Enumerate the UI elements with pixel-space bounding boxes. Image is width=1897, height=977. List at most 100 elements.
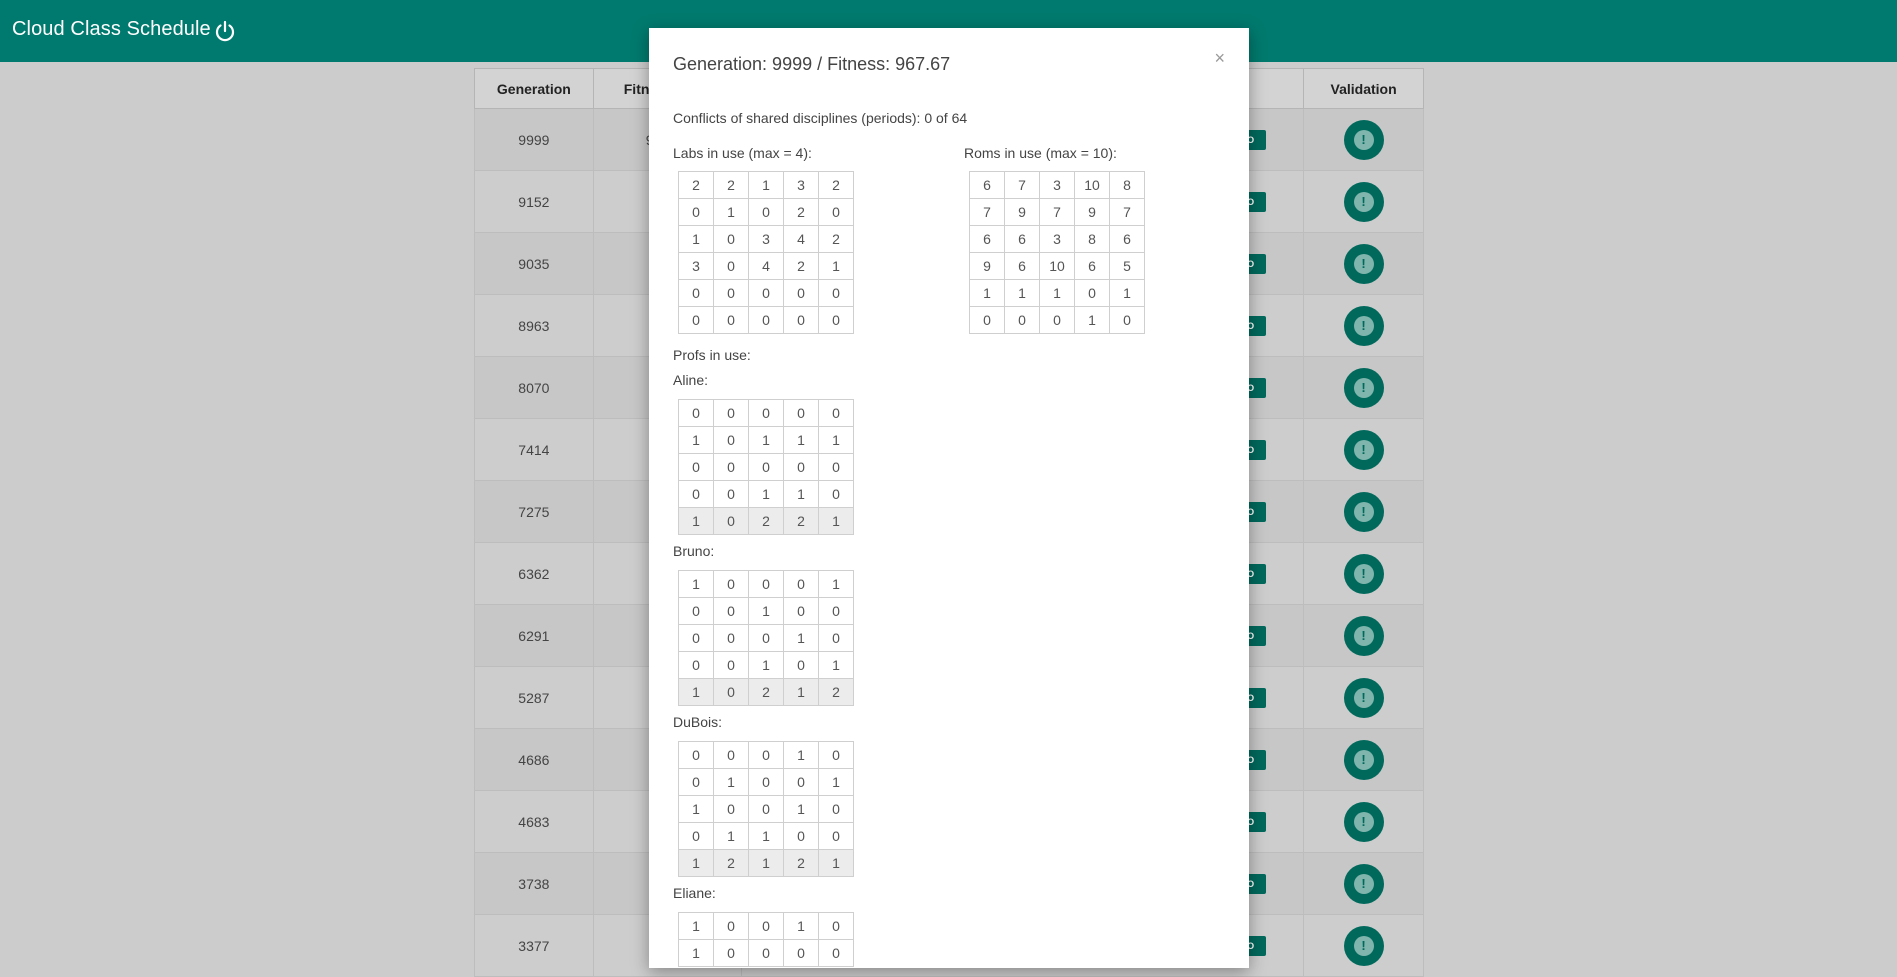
grid-row: 10000: [678, 939, 854, 967]
grid-row: 30421: [678, 252, 854, 280]
grid-cell: 1: [783, 624, 819, 652]
grid-cell: 2: [818, 171, 854, 199]
grid-row: 00010: [678, 624, 854, 652]
grid-cell: 0: [748, 768, 784, 796]
grid-cell: 9: [1074, 198, 1110, 226]
grid-cell: 0: [783, 651, 819, 679]
grid-cell: 0: [713, 453, 749, 481]
grid-row: 22132: [678, 171, 854, 199]
grid-cell: 6: [969, 225, 1005, 253]
grid-cell: 2: [678, 171, 714, 199]
grid-cell: 0: [678, 399, 714, 427]
grid-cell: 5: [1109, 252, 1145, 280]
grid-cell: 0: [713, 678, 749, 706]
generation-cell: 9035: [474, 232, 594, 295]
grid-cell: 1: [1109, 279, 1145, 307]
grid-cell: 0: [748, 939, 784, 967]
grid-cell: 0: [818, 453, 854, 481]
grid-cell: 0: [748, 624, 784, 652]
grid-cell: 0: [678, 279, 714, 307]
grid-cell: 2: [783, 849, 819, 877]
grid-cell: 1: [783, 741, 819, 769]
alert-icon: !: [1353, 749, 1374, 770]
validation-button[interactable]: !: [1343, 677, 1384, 718]
validation-button[interactable]: !: [1343, 925, 1384, 966]
grid-row: 00010: [678, 741, 854, 769]
grid-cell: 0: [678, 453, 714, 481]
validation-button[interactable]: !: [1343, 367, 1384, 408]
validation-button[interactable]: !: [1343, 491, 1384, 532]
grid-cell: 0: [818, 939, 854, 967]
grid-cell: 1: [678, 939, 714, 967]
grid-cell: 1: [818, 507, 854, 535]
grid-cell: 0: [713, 912, 749, 940]
grid-cell: 0: [713, 426, 749, 454]
grid-cell: 1: [818, 849, 854, 877]
validation-button[interactable]: !: [1343, 119, 1384, 160]
close-icon[interactable]: ×: [1214, 48, 1225, 69]
validation-button[interactable]: !: [1343, 429, 1384, 470]
grid-cell: 0: [748, 912, 784, 940]
grid-cell: 2: [748, 678, 784, 706]
validation-button[interactable]: !: [1343, 863, 1384, 904]
grid-cell: 0: [713, 741, 749, 769]
validation-cell: !: [1303, 790, 1424, 853]
grid-row: 00000: [678, 279, 854, 307]
grid-cell: 6: [1004, 252, 1040, 280]
alert-icon: !: [1353, 625, 1374, 646]
validation-button[interactable]: !: [1343, 553, 1384, 594]
grid-cell: 1: [748, 651, 784, 679]
alert-icon: !: [1353, 935, 1374, 956]
grid-cell: 1: [1039, 279, 1075, 307]
validation-cell: !: [1303, 604, 1424, 667]
validation-button[interactable]: !: [1343, 739, 1384, 780]
grid-cell: 0: [748, 306, 784, 334]
grid-cell: 0: [678, 651, 714, 679]
alert-icon: !: [1353, 377, 1374, 398]
validation-button[interactable]: !: [1343, 305, 1384, 346]
prof-grid-bruno: 1000100100000100010110212: [678, 570, 854, 706]
grid-row: 10212: [678, 678, 854, 706]
grid-cell: 0: [678, 741, 714, 769]
power-icon[interactable]: [212, 18, 238, 44]
grid-cell: 0: [818, 822, 854, 850]
grid-cell: 0: [713, 795, 749, 823]
grid-cell: 0: [783, 570, 819, 598]
grid-cell: 4: [748, 252, 784, 280]
validation-button[interactable]: !: [1343, 615, 1384, 656]
grid-cell: 4: [783, 225, 819, 253]
prof-grid-aline: 0000010111000000011010221: [678, 399, 854, 535]
validation-button[interactable]: !: [1343, 801, 1384, 842]
grid-row: 79797: [969, 198, 1145, 226]
grid-cell: 1: [678, 912, 714, 940]
grid-cell: 0: [818, 624, 854, 652]
grid-cell: 0: [818, 912, 854, 940]
grid-cell: 0: [713, 651, 749, 679]
grid-cell: 1: [783, 912, 819, 940]
grid-cell: 2: [713, 849, 749, 877]
roms-label: Roms in use (max = 10):: [964, 145, 1117, 161]
alert-icon: !: [1353, 315, 1374, 336]
grid-cell: 1: [818, 768, 854, 796]
grid-cell: 1: [1074, 306, 1110, 334]
grid-cell: 0: [818, 279, 854, 307]
labs-grid: 221320102010342304210000000000: [678, 171, 854, 334]
validation-button[interactable]: !: [1343, 243, 1384, 284]
grid-cell: 1: [748, 171, 784, 199]
grid-cell: 2: [783, 507, 819, 535]
grid-row: 01020: [678, 198, 854, 226]
grid-cell: 0: [818, 597, 854, 625]
grid-cell: 0: [748, 795, 784, 823]
grid-cell: 0: [818, 741, 854, 769]
grid-cell: 1: [678, 426, 714, 454]
grid-cell: 7: [1109, 198, 1145, 226]
grid-cell: 0: [713, 480, 749, 508]
grid-row: 00000: [678, 453, 854, 481]
column-header-generation: Generation: [474, 68, 594, 109]
grid-cell: 6: [1074, 252, 1110, 280]
alert-icon: !: [1353, 253, 1374, 274]
grid-row: 00100: [678, 597, 854, 625]
grid-cell: 7: [1004, 171, 1040, 199]
grid-cell: 1: [748, 426, 784, 454]
validation-button[interactable]: !: [1343, 181, 1384, 222]
